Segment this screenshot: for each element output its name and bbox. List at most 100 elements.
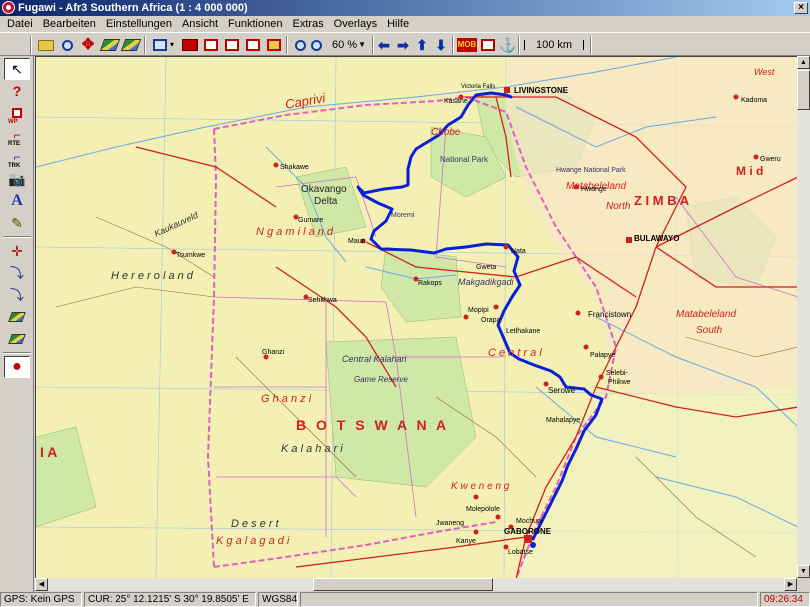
pan-right-button[interactable]: ➡ bbox=[393, 36, 413, 54]
gps-position-button[interactable]: ● bbox=[4, 356, 30, 378]
map-layers-icon bbox=[99, 39, 121, 51]
scrollbar-corner bbox=[797, 578, 810, 591]
arrow-down-icon: ⬇ bbox=[435, 37, 447, 53]
zimbabwe-area bbox=[506, 57, 797, 397]
toolbar-separator bbox=[590, 36, 592, 54]
label-central-kalahari: Central Kalahari bbox=[342, 354, 408, 364]
menu-hilfe[interactable]: Hilfe bbox=[382, 16, 414, 32]
scale-bar: 100 km bbox=[522, 37, 586, 53]
map-canvas[interactable]: Caprivi Chobe N g a m i l a n d C e n t … bbox=[36, 57, 797, 578]
waypoint-cross-icon: ✛ bbox=[11, 242, 23, 259]
export-button[interactable] bbox=[180, 36, 200, 54]
horizontal-scrollbar[interactable]: ◀ ▶ bbox=[35, 578, 797, 591]
text-a-icon: A bbox=[11, 192, 23, 209]
pan-button[interactable]: ✥ bbox=[78, 36, 98, 54]
layers-button[interactable] bbox=[99, 36, 121, 54]
label-kasane: Kasane bbox=[444, 98, 468, 105]
route-list-button[interactable]: ⤵ bbox=[4, 262, 30, 284]
frame-button[interactable] bbox=[201, 36, 221, 54]
scroll-up-button[interactable]: ▲ bbox=[797, 56, 810, 69]
toolbar-separator bbox=[144, 36, 146, 54]
waypoint-tool-button[interactable]: WP bbox=[4, 102, 30, 125]
map-list-button[interactable] bbox=[4, 306, 30, 328]
zoom-level-select[interactable]: 60 % ▼ bbox=[326, 36, 368, 54]
label-lobatse: Lobatse bbox=[508, 549, 533, 556]
menu-bearbeiten[interactable]: Bearbeiten bbox=[38, 16, 101, 32]
query-tool-button[interactable]: ? bbox=[4, 80, 30, 102]
menu-extras[interactable]: Extras bbox=[287, 16, 328, 32]
frame-stack-button[interactable] bbox=[243, 36, 263, 54]
layer-list-icon bbox=[8, 334, 26, 344]
vertical-scrollbar[interactable]: ▲ ▼ bbox=[797, 56, 810, 578]
vertical-scroll-thumb[interactable] bbox=[797, 70, 810, 110]
label-maun: Maun bbox=[348, 238, 366, 245]
label-serowe: Serowe bbox=[548, 386, 576, 395]
menu-overlays[interactable]: Overlays bbox=[329, 16, 382, 32]
toolbar-separator bbox=[452, 36, 454, 54]
label-midlands: M i d bbox=[736, 164, 763, 178]
label-jwaneng: Jwaneng bbox=[436, 520, 464, 527]
anchor-icon: ⚓ bbox=[499, 37, 517, 53]
label-francistown: Francistown bbox=[588, 310, 631, 319]
label-victoria-falls: Victoria Falls bbox=[461, 84, 495, 90]
select-tool-button[interactable]: ↖ bbox=[4, 58, 30, 80]
man-overboard-button[interactable]: MOB bbox=[456, 36, 478, 54]
scroll-down-button[interactable]: ▼ bbox=[797, 565, 810, 578]
label-tsumkwe: Tsumkwe bbox=[176, 252, 205, 259]
close-button[interactable]: × bbox=[794, 2, 808, 14]
print-map-icon bbox=[267, 39, 281, 51]
text-tool-button[interactable]: A bbox=[4, 190, 30, 212]
frame-down-button[interactable] bbox=[222, 36, 242, 54]
waypoint-icon bbox=[12, 108, 22, 118]
label-palapye: Palapye bbox=[590, 352, 615, 359]
map-list-icon bbox=[8, 312, 26, 322]
label-botswana: B O T S W A N A bbox=[296, 417, 449, 433]
track-tool-button[interactable]: ⌐ TRK bbox=[4, 146, 30, 169]
label-rakops: Rakops bbox=[418, 280, 442, 287]
datum-indicator: WGS84 bbox=[258, 592, 298, 607]
left-tool-palette: ↖ ? WP ⌐ RTE ⌐ TRK 📷 A ✎ ✛ ⤵ ⤵ ● bbox=[0, 56, 34, 592]
frame-stack-icon bbox=[246, 39, 260, 51]
window-layout-button[interactable] bbox=[150, 36, 170, 54]
menu-einstellungen[interactable]: Einstellungen bbox=[101, 16, 177, 32]
route-steps-icon: ⤵ bbox=[10, 265, 24, 281]
menu-datei[interactable]: Datei bbox=[2, 16, 38, 32]
zoom-out-icon bbox=[294, 39, 306, 51]
stop-button[interactable] bbox=[478, 36, 498, 54]
pan-left-button[interactable]: ⬅ bbox=[374, 36, 394, 54]
print-map-button[interactable] bbox=[264, 36, 284, 54]
folder-icon bbox=[38, 39, 54, 51]
menu-ansicht[interactable]: Ansicht bbox=[177, 16, 223, 32]
menu-funktionen[interactable]: Funktionen bbox=[223, 16, 287, 32]
label-west: West bbox=[754, 67, 775, 77]
layers-alt-button[interactable] bbox=[120, 36, 142, 54]
status-bar: GPS: Kein GPS CUR: 25° 12.1215' S 30° 19… bbox=[0, 592, 810, 607]
magnifier-icon bbox=[61, 39, 73, 51]
label-kgalagadi: K g a l a g a d i bbox=[216, 535, 290, 547]
waypoint-list-button[interactable]: ✛ bbox=[4, 240, 30, 262]
scroll-right-button[interactable]: ▶ bbox=[784, 578, 797, 591]
open-map-button[interactable] bbox=[36, 36, 56, 54]
label-hwange: Hwange National Park bbox=[556, 167, 626, 174]
route-tool-button[interactable]: ⌐ RTE bbox=[4, 124, 30, 147]
find-map-button[interactable] bbox=[57, 36, 77, 54]
scroll-left-button[interactable]: ◀ bbox=[35, 578, 48, 591]
title-bar[interactable]: Fugawi - Afr3 Southern Africa (1 : 4 000… bbox=[0, 0, 810, 16]
track-steps-icon: ⤵ bbox=[10, 287, 24, 303]
photo-tool-button[interactable]: 📷 bbox=[4, 168, 30, 190]
track-list-button[interactable]: ⤵ bbox=[4, 284, 30, 306]
window-icon bbox=[153, 39, 167, 51]
pan-up-button[interactable]: ⬆ bbox=[412, 36, 432, 54]
window-layout-dropdown[interactable]: ▾ bbox=[168, 36, 176, 54]
anchor-button[interactable]: ⚓ bbox=[498, 36, 518, 54]
label-gweta: Gweta bbox=[476, 264, 496, 271]
pan-down-button[interactable]: ⬇ bbox=[431, 36, 451, 54]
map-view[interactable]: Caprivi Chobe N g a m i l a n d C e n t … bbox=[35, 56, 797, 578]
draw-tool-button[interactable]: ✎ bbox=[4, 212, 30, 234]
gps-status: GPS: Kein GPS bbox=[0, 592, 82, 607]
layer-list-button[interactable] bbox=[4, 328, 30, 350]
status-message bbox=[300, 592, 758, 607]
map-layers-alt-icon bbox=[120, 39, 142, 51]
horizontal-scroll-thumb[interactable] bbox=[313, 578, 493, 591]
zoom-in-button[interactable] bbox=[306, 36, 326, 54]
